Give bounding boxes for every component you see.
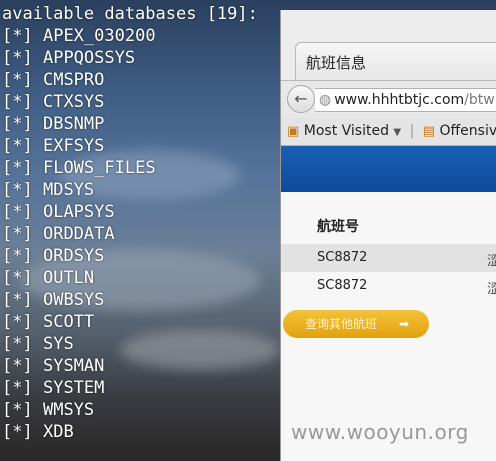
- back-arrow-icon: ←: [294, 89, 308, 108]
- database-entry: [*] DBSNMP: [2, 113, 282, 135]
- database-entry: [*] SYSTEM: [2, 377, 282, 399]
- url-path: /btw: [464, 92, 495, 108]
- database-entry: [*] EXFSYS: [2, 135, 282, 157]
- folder-icon: ▣: [287, 124, 300, 139]
- entry-prefix: [*]: [2, 180, 33, 200]
- database-entry: [*] OUTLN: [2, 267, 282, 289]
- database-entry: [*] OLAPSYS: [2, 201, 282, 223]
- dropdown-icon[interactable]: ▼: [393, 127, 401, 138]
- database-entry: [*] FLOWS_FILES: [2, 157, 282, 179]
- entry-prefix: [*]: [2, 224, 33, 244]
- entry-prefix: [*]: [2, 268, 33, 288]
- entry-prefix: [*]: [2, 114, 33, 134]
- query-other-flights-button[interactable]: 查询其他航班 ➡: [283, 310, 429, 338]
- entry-prefix: [*]: [2, 26, 33, 46]
- database-entry: [*] SYS: [2, 333, 282, 355]
- url-host: www.hhhtbtjc.com: [334, 92, 465, 108]
- entry-prefix: [*]: [2, 48, 33, 68]
- browser-tab[interactable]: 航班信息: [295, 42, 496, 80]
- back-button[interactable]: ←: [287, 85, 315, 113]
- watermark: www.wooyun.org: [291, 420, 469, 444]
- entry-prefix: [*]: [2, 400, 33, 420]
- database-entry: [*] APPQOSSYS: [2, 47, 282, 69]
- database-entry: [*] WMSYS: [2, 399, 282, 421]
- database-name: APPQOSSYS: [42, 48, 136, 68]
- database-entry: [*] APEX_030200: [2, 25, 282, 47]
- bookmark-icon: ▤: [422, 124, 436, 139]
- bookmark-separator: |: [409, 123, 415, 139]
- bookmark-most-visited[interactable]: Most Visited: [304, 123, 389, 139]
- database-entry: [*] XDB: [2, 421, 282, 443]
- database-entry: [*] OWBSYS: [2, 289, 282, 311]
- entry-prefix: [*]: [2, 290, 33, 310]
- database-name: ORDSYS: [42, 246, 105, 266]
- url-bar[interactable]: ◍ www.hhhtbtjc.com/btw: [315, 88, 496, 112]
- entry-prefix: [*]: [2, 246, 33, 266]
- flight-cell: SC8872: [317, 278, 368, 293]
- database-name: SCOTT: [42, 312, 95, 332]
- entry-prefix: [*]: [2, 202, 33, 222]
- table-row: SC8872 涩: [281, 272, 496, 300]
- page-content: 航班号 SC8872 涩 SC8872 涩 查询其他航班 ➡: [281, 146, 496, 461]
- database-name: OLAPSYS: [42, 202, 115, 222]
- database-name: EXFSYS: [42, 136, 105, 156]
- navigation-bar: ← ◍ www.hhhtbtjc.com/btw: [281, 80, 496, 118]
- database-name: SYS: [42, 334, 74, 354]
- entry-prefix: [*]: [2, 312, 33, 332]
- browser-window: 航班信息 ← ◍ www.hhhtbtjc.com/btw ▣ Most Visi…: [280, 10, 496, 461]
- database-name: MDSYS: [42, 180, 95, 200]
- table-row: SC8872 涩: [281, 244, 496, 272]
- database-name: WMSYS: [42, 400, 95, 420]
- entry-prefix: [*]: [2, 158, 33, 178]
- bookmark-offensive[interactable]: Offensive S: [440, 123, 496, 139]
- terminal-output: available databases [19]: [*] APEX_03020…: [0, 0, 282, 461]
- database-name: OUTLN: [42, 268, 95, 288]
- database-name: APEX_030200: [42, 26, 156, 46]
- database-name: SYSMAN: [42, 356, 105, 376]
- flight-number-header: 航班号: [317, 219, 359, 235]
- database-entry: [*] ORDDATA: [2, 223, 282, 245]
- arrow-right-icon: ➡: [398, 317, 409, 331]
- database-name: CMSPRO: [42, 70, 105, 90]
- database-name: DBSNMP: [42, 114, 105, 134]
- database-name: OWBSYS: [42, 290, 105, 310]
- flight-cell: SC8872: [317, 250, 368, 265]
- database-entry: [*] SCOTT: [2, 311, 282, 333]
- database-entry: [*] CMSPRO: [2, 69, 282, 91]
- database-entry: [*] ORDSYS: [2, 245, 282, 267]
- entry-prefix: [*]: [2, 92, 33, 112]
- extra-cell: 涩: [487, 278, 496, 297]
- header-banner: [281, 146, 496, 192]
- database-name: ORDDATA: [42, 224, 115, 244]
- entry-prefix: [*]: [2, 378, 33, 398]
- entry-prefix: [*]: [2, 136, 33, 156]
- entry-prefix: [*]: [2, 70, 33, 90]
- database-entry: [*] SYSMAN: [2, 355, 282, 377]
- button-label: 查询其他航班: [305, 317, 378, 331]
- database-name: XDB: [42, 422, 74, 442]
- entry-prefix: [*]: [2, 356, 33, 376]
- database-list: [*] APEX_030200 [*] APPQOSSYS [*] CMSPRO [*…: [2, 25, 282, 443]
- extra-cell: 涩: [487, 250, 496, 269]
- entry-prefix: [*]: [2, 334, 33, 354]
- tab-title: 航班信息: [306, 54, 367, 72]
- database-entry: [*] MDSYS: [2, 179, 282, 201]
- database-name: FLOWS_FILES: [42, 158, 156, 178]
- globe-icon: ◍: [319, 92, 332, 108]
- database-name: SYSTEM: [42, 378, 105, 398]
- entry-prefix: [*]: [2, 422, 33, 442]
- database-name: CTXSYS: [42, 92, 105, 112]
- terminal-header: available databases [19]:: [2, 4, 258, 24]
- bookmarks-toolbar: ▣ Most Visited ▼ | ▤ Offensive S: [281, 118, 496, 146]
- database-entry: [*] CTXSYS: [2, 91, 282, 113]
